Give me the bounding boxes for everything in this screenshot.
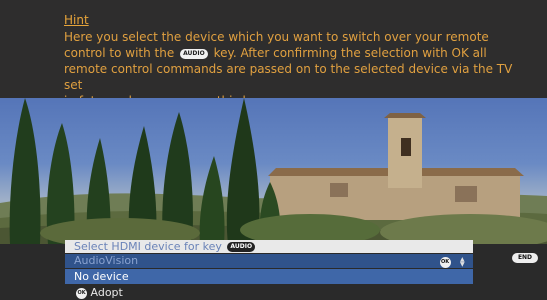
- hint-title: Hint: [64, 13, 89, 27]
- hint-line-2-end: key. After confirming the selection with…: [213, 46, 487, 60]
- ok-icon: OK: [76, 287, 87, 299]
- hint-line-2-start: control to with the: [64, 46, 175, 60]
- current-device-row[interactable]: AudioVision OK ▲ ▼: [65, 254, 473, 268]
- hint-text: Here you select the device which you wan…: [64, 29, 534, 109]
- hint-line-1: Here you select the device which you wan…: [64, 30, 489, 44]
- menu-header: Select HDMI device for key AUDIO: [65, 240, 473, 253]
- current-device-controls: OK ▲ ▼: [439, 255, 467, 269]
- background-landscape-image: [0, 98, 547, 244]
- hint-panel: Hint Here you select the device which yo…: [0, 0, 547, 108]
- up-down-icon: ▲ ▼: [460, 256, 465, 268]
- audio-key-icon: AUDIO: [180, 48, 208, 59]
- ok-icon: OK: [439, 256, 451, 268]
- adopt-row[interactable]: OK Adopt: [65, 285, 473, 300]
- menu-header-label: Select HDMI device for key: [74, 240, 222, 253]
- hint-line-3: remote control commands are passed on to…: [64, 62, 513, 92]
- current-device-value: AudioVision: [74, 254, 139, 267]
- option-no-device[interactable]: No device: [65, 269, 473, 284]
- adopt-label: Adopt: [90, 286, 123, 299]
- landscape-illustration: [0, 98, 547, 244]
- end-key-icon: END: [512, 253, 538, 263]
- hint-line-2: control to with the AUDIO key. After con…: [64, 45, 534, 61]
- option-no-device-label: No device: [74, 270, 129, 283]
- audio-key-icon: AUDIO: [227, 242, 256, 252]
